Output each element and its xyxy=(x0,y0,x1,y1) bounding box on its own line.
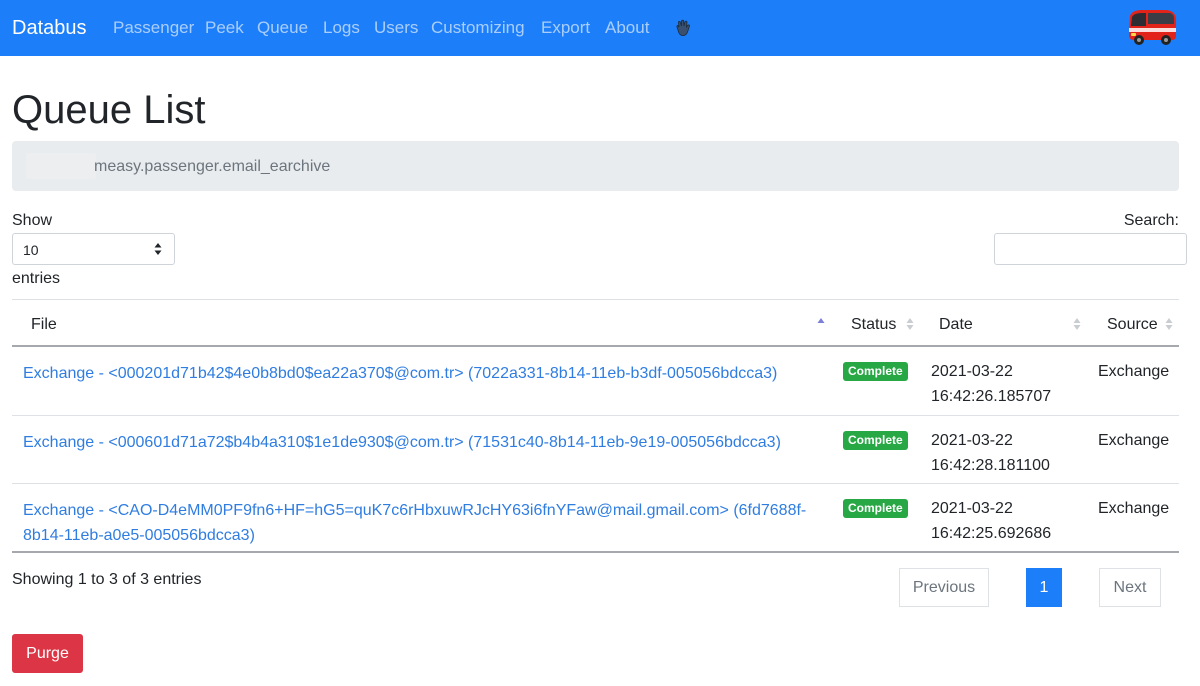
breadcrumb: measy.passenger.email_earchive xyxy=(12,141,1179,191)
navbar-brand[interactable]: Databus xyxy=(12,16,87,40)
file-link[interactable]: Exchange - <CAO-D4eMM0PF9fn6+HF=hG5=quK7… xyxy=(23,498,833,548)
file-link[interactable]: Exchange - <000201d71b42$4e0b8bd0$ea22a3… xyxy=(23,361,833,386)
date-time: 16:42:28.181100 xyxy=(931,457,1050,474)
purge-button[interactable]: Purge xyxy=(12,634,83,673)
date-cell: 2021-03-22 16:42:28.181100 xyxy=(931,428,1081,478)
column-header-source[interactable]: Source xyxy=(1107,316,1158,334)
file-link[interactable]: Exchange - <000601d71a72$b4b4a310$1e1de9… xyxy=(23,430,833,455)
next-page-button[interactable]: Next xyxy=(1099,568,1161,607)
table-row: Exchange - <CAO-D4eMM0PF9fn6+HF=hG5=quK7… xyxy=(12,484,1179,553)
status-badge: Complete xyxy=(843,431,908,450)
nav-item-logs[interactable]: Logs xyxy=(323,18,360,38)
status-badge: Complete xyxy=(843,499,908,518)
column-header-file[interactable]: File xyxy=(31,316,57,334)
waving-hand-icon[interactable] xyxy=(674,18,694,38)
entries-select-value: 10 xyxy=(23,242,39,258)
search-input[interactable] xyxy=(994,233,1187,265)
status-badge: Complete xyxy=(843,362,908,381)
sort-both-icon[interactable] xyxy=(1073,316,1081,332)
date-day: 2021-03-22 xyxy=(931,363,1013,380)
column-header-status[interactable]: Status xyxy=(851,316,896,334)
select-updown-icon xyxy=(154,243,162,255)
nav-item-passenger[interactable]: Passenger xyxy=(113,18,194,38)
date-day: 2021-03-22 xyxy=(931,432,1013,449)
source-cell: Exchange xyxy=(1098,363,1170,380)
date-time: 16:42:26.185707 xyxy=(931,388,1052,405)
previous-page-button[interactable]: Previous xyxy=(899,568,989,607)
source-cell: Exchange xyxy=(1098,432,1170,449)
date-cell: 2021-03-22 16:42:25.692686 xyxy=(931,496,1081,546)
date-time: 16:42:25.692686 xyxy=(931,525,1052,542)
sort-both-icon[interactable] xyxy=(906,316,914,332)
nav-item-customizing[interactable]: Customizing xyxy=(431,18,525,38)
date-day: 2021-03-22 xyxy=(931,500,1013,517)
date-cell: 2021-03-22 16:42:26.185707 xyxy=(931,359,1081,409)
nav-item-export[interactable]: Export xyxy=(541,18,590,38)
source-cell: Exchange xyxy=(1098,500,1170,517)
show-label: Show xyxy=(12,212,53,229)
column-header-date[interactable]: Date xyxy=(939,316,973,334)
table-header: File Status Date Source xyxy=(12,299,1179,347)
entries-select[interactable]: 10 xyxy=(12,233,175,265)
table-row: Exchange - <000601d71a72$b4b4a310$1e1de9… xyxy=(12,416,1179,484)
entries-label: entries xyxy=(12,270,61,287)
nav-item-queue[interactable]: Queue xyxy=(257,18,308,38)
nav-item-peek[interactable]: Peek xyxy=(205,18,244,38)
navbar: Databus Passenger Peek Queue Logs Users … xyxy=(0,0,1200,56)
breadcrumb-redacted-item xyxy=(26,153,96,179)
page-title: Queue List xyxy=(12,88,206,132)
sort-both-icon[interactable] xyxy=(1165,316,1173,332)
bus-logo[interactable] xyxy=(1126,8,1178,48)
sort-ascending-icon[interactable] xyxy=(817,316,825,332)
nav-item-about[interactable]: About xyxy=(605,18,649,38)
breadcrumb-queue-name: measy.passenger.email_earchive xyxy=(94,158,331,175)
table-info: Showing 1 to 3 of 3 entries xyxy=(12,571,202,588)
table-row: Exchange - <000201d71b42$4e0b8bd0$ea22a3… xyxy=(12,347,1179,416)
nav-item-users[interactable]: Users xyxy=(374,18,418,38)
page-1-button[interactable]: 1 xyxy=(1026,568,1062,607)
search-label: Search: xyxy=(1123,212,1179,229)
